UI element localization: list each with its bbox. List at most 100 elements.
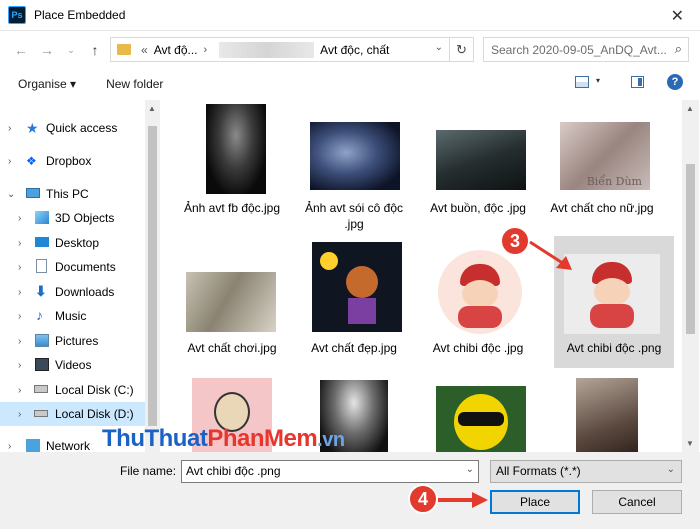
file-tile[interactable] <box>554 374 674 452</box>
chevron-down-icon[interactable]: ⌄ <box>7 189 15 200</box>
chevron-right-icon[interactable]: › <box>18 213 21 224</box>
pictures-icon <box>35 334 49 347</box>
sidebar-item-downloads[interactable]: › ⬇ Downloads <box>0 280 160 304</box>
download-icon: ⬇ <box>35 283 47 299</box>
path-segment[interactable]: Avt độ... <box>154 43 198 57</box>
chevron-right-icon[interactable]: › <box>8 123 11 134</box>
search-input[interactable]: Search 2020-09-05_AnDQ_Avt... ⌕ <box>483 37 689 62</box>
scroll-down-icon[interactable]: ▼ <box>686 439 694 448</box>
dropbox-icon: ❖ <box>26 154 37 168</box>
sidebar-item-documents[interactable]: › Documents <box>0 255 160 279</box>
file-tile[interactable]: Avt chất chơi.jpg <box>172 236 292 368</box>
file-format-value: All Formats (*.*) <box>496 464 581 478</box>
chevron-down-icon[interactable]: ▾ <box>596 76 600 85</box>
chevron-right-icon[interactable]: › <box>204 44 208 56</box>
refresh-icon[interactable]: ↻ <box>449 38 473 61</box>
chevron-right-icon[interactable]: › <box>18 311 21 322</box>
file-grid: Ảnh avt fb độc.jpg Ảnh avt sói cô độc .j… <box>164 100 682 452</box>
sidebar-item-local-disk-d[interactable]: › Local Disk (D:) <box>0 402 160 426</box>
chevron-down-icon[interactable]: ⌄ <box>435 42 443 53</box>
chevron-right-icon[interactable]: › <box>18 287 21 298</box>
file-name: Avt buồn, độc .jpg <box>430 201 526 215</box>
desktop-icon <box>35 237 49 247</box>
music-icon: ♪ <box>36 307 43 323</box>
chevron-right-icon[interactable]: › <box>8 156 11 167</box>
file-tile[interactable]: Ảnh avt fb độc.jpg <box>172 100 292 232</box>
step-4-badge: 4 <box>408 484 438 514</box>
chevron-right-icon[interactable]: › <box>18 409 21 420</box>
sidebar-item-desktop[interactable]: › Desktop <box>0 231 160 255</box>
sidebar-item-label: Quick access <box>46 121 118 135</box>
path-current-folder[interactable]: Avt độc, chất <box>320 43 389 57</box>
command-toolbar: Organise ▾ New folder ▾ ? <box>0 70 700 98</box>
scrollbar-thumb[interactable] <box>686 164 695 334</box>
chevron-right-icon[interactable]: › <box>18 336 21 347</box>
folder-icon <box>117 44 131 55</box>
preview-pane-icon[interactable] <box>631 76 644 88</box>
chevron-down-icon[interactable]: ⌄ <box>667 464 675 475</box>
back-arrow-icon[interactable]: ← <box>8 37 34 63</box>
sidebar-item-videos[interactable]: › Videos <box>0 353 160 377</box>
sidebar-item-music[interactable]: › ♪ Music <box>0 304 160 328</box>
step-4-arrow <box>438 492 488 508</box>
sidebar-item-label: Pictures <box>55 334 99 348</box>
file-thumbnail <box>310 122 400 190</box>
chevron-right-icon[interactable]: › <box>18 262 21 273</box>
chevron-right-icon[interactable]: › <box>18 360 21 371</box>
scroll-up-icon[interactable]: ▲ <box>686 104 694 113</box>
navigation-pane: › ★ Quick access › ❖ Dropbox ⌄ This PC ›… <box>0 100 160 452</box>
file-format-select[interactable]: All Formats (*.*) ⌄ <box>490 460 682 483</box>
sidebar-item-label: Network <box>46 439 91 452</box>
chevron-down-icon[interactable]: ⌄ <box>466 464 474 475</box>
sidebar-item-quick-access[interactable]: › ★ Quick access <box>0 116 160 140</box>
file-tile[interactable]: Avt chibi độc .jpg <box>418 236 538 368</box>
address-bar[interactable]: « Avt độ... › Avt độc, chất ⌄ ↻ <box>110 37 474 62</box>
sidebar-item-local-disk-c[interactable]: › Local Disk (C:) <box>0 378 160 402</box>
file-grid-scrollbar[interactable]: ▲ ▼ <box>682 100 699 452</box>
forward-arrow-icon[interactable]: → <box>34 37 60 63</box>
watermark-part: Thu <box>102 425 145 452</box>
chevron-right-icon[interactable]: › <box>18 385 21 396</box>
scrollbar-thumb[interactable] <box>148 126 157 426</box>
sidebar-item-label: This PC <box>46 187 89 201</box>
sidebar-scrollbar[interactable]: ▲ <box>145 100 160 452</box>
organise-button[interactable]: Organise ▾ <box>18 77 76 91</box>
sidebar-item-label: Local Disk (C:) <box>55 383 134 397</box>
file-tile[interactable]: Biển Dùm Avt chất cho nữ.jpg <box>542 100 662 232</box>
sidebar-item-label: Dropbox <box>46 154 92 168</box>
cube-icon <box>35 211 49 224</box>
cancel-button[interactable]: Cancel <box>592 490 682 514</box>
chevron-right-icon[interactable]: › <box>18 238 21 249</box>
sidebar-item-3d-objects[interactable]: › 3D Objects <box>0 206 160 230</box>
dialog-footer: File name: Avt chibi độc .png ⌄ All Form… <box>0 452 700 529</box>
file-tile[interactable]: Avt buồn, độc .jpg <box>418 100 538 232</box>
close-icon[interactable]: ✕ <box>671 6 684 26</box>
file-tile[interactable]: Avt chất đẹp.jpg <box>294 236 414 368</box>
file-tile[interactable] <box>418 374 538 452</box>
recent-dropdown-icon[interactable]: ⌄ <box>58 37 84 63</box>
sidebar-item-dropbox[interactable]: › ❖ Dropbox <box>0 149 160 173</box>
file-name: Avt chất đẹp.jpg <box>311 341 397 355</box>
sidebar-item-label: Videos <box>55 358 92 372</box>
sidebar-item-pictures[interactable]: › Pictures <box>0 329 160 353</box>
filename-label: File name: <box>120 464 177 478</box>
filename-input[interactable]: Avt chibi độc .png ⌄ <box>181 460 479 483</box>
view-options-icon[interactable] <box>575 76 589 88</box>
new-folder-button[interactable]: New folder <box>106 77 163 91</box>
computer-icon <box>26 188 40 198</box>
network-icon <box>26 439 40 452</box>
window-title: Place Embedded <box>34 8 126 22</box>
file-thumbnail <box>206 104 266 194</box>
file-tile[interactable]: Ảnh avt sói cô độc .jpg <box>294 100 414 232</box>
chevron-right-icon[interactable]: › <box>8 441 11 452</box>
place-button[interactable]: Place <box>490 490 580 514</box>
path-overflow[interactable]: « <box>141 43 148 57</box>
sidebar-item-this-pc[interactable]: ⌄ This PC <box>0 182 160 206</box>
navigation-bar: ← → ⌄ ↑ « Avt độ... › Avt độc, chất ⌄ ↻ … <box>0 32 700 68</box>
scroll-up-icon[interactable]: ▲ <box>148 104 156 113</box>
up-arrow-icon[interactable]: ↑ <box>82 37 108 63</box>
help-icon[interactable]: ? <box>667 74 683 90</box>
step-3-arrow <box>529 240 572 270</box>
file-name: Ảnh avt sói cô độc .jpg <box>304 201 404 231</box>
watermark-part: PhanMem <box>207 425 318 452</box>
